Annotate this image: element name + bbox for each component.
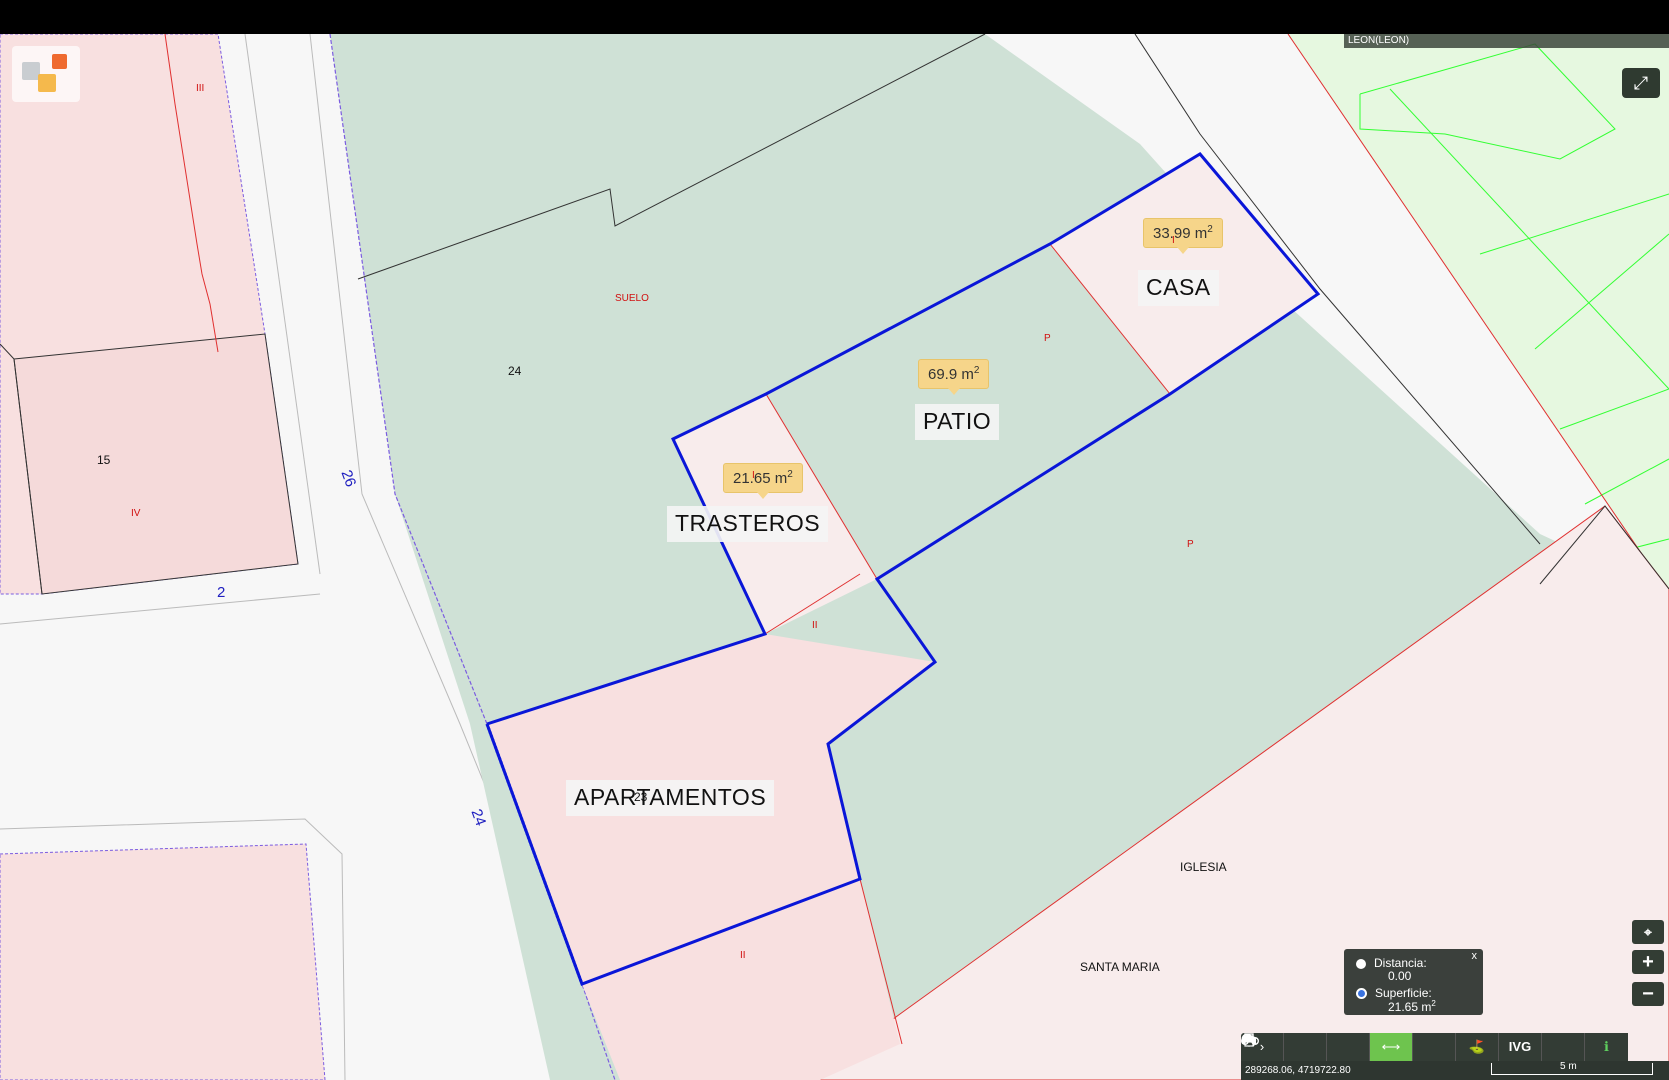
label-santa-maria: SANTA MARIA [1080,960,1160,974]
area-value: 69.9 [928,366,958,383]
distance-label: Distancia: [1374,956,1427,970]
parcel-icon[interactable]: ⛳ [1456,1033,1499,1061]
info-icon[interactable]: ℹ [1585,1033,1628,1061]
top-black-bar [0,0,1669,34]
status-bar: 289268.06, 4719722.80 5 m [1241,1061,1669,1080]
parcel-number-23: 23 [634,790,648,804]
scale-bar: 5 m [1491,1061,1653,1075]
surface-power: 2 [1431,999,1436,1008]
cadastral-map[interactable]: LEON(LEON) ⤢ 33.99 m2 69.9 m2 21.65 m2 C… [0,34,1669,1080]
area-unit-power: 2 [1207,224,1213,235]
print-icon[interactable] [1242,1033,1456,1061]
radio-surface[interactable] [1356,988,1367,1000]
label-roman-iv: IV [131,508,141,519]
measure-icon[interactable]: ⟷ [1370,1033,1413,1061]
coordinates-readout: 289268.06, 4719722.80 [1245,1065,1351,1076]
area-unit: m [774,470,788,487]
left-block-bottom [0,843,326,1080]
map-toolbar: › ⟷ ⛳ IVG ℹ [1241,1033,1628,1061]
label-iglesia: IGLESIA [1180,860,1227,874]
label-p-b: P [1187,539,1194,550]
search-icon[interactable] [1241,1033,1327,1061]
area-tag-trasteros: 21.65 m2 [723,463,803,499]
label-roman-ii-a: II [812,620,818,631]
bike-icon[interactable] [1241,1033,1585,1061]
app-logo[interactable] [12,46,80,102]
region-label-apartamentos: APARTAMENTOS [566,780,775,816]
surface-value-text: 21.65 m [1388,1000,1432,1014]
scale-label: 5 m [1560,1061,1577,1072]
ivg-button[interactable]: IVG [1499,1033,1542,1061]
area-unit: m [1194,225,1208,242]
logo-square-yellow [38,74,56,92]
logo-square-orange [52,54,67,69]
label-p-a: P [1044,333,1051,344]
parcel-15 [13,333,299,595]
label-roman-ii-b: II [740,950,746,961]
measure-panel: x Distancia: 0.00 Superficie: 21.65 m2 [1344,949,1483,1015]
label-i-casa: I [1172,235,1175,246]
label-roman-iii: III [196,83,205,94]
map-canvas [0,34,1669,1080]
fullscreen-icon[interactable]: ⤢ [1622,68,1660,98]
locate-icon[interactable]: ⌖ [1632,920,1664,944]
street-number-2: 2 [217,584,226,601]
area-unit-power: 2 [973,365,980,376]
surface-label: Superficie: [1375,986,1432,1000]
area-tag-casa: 33.99 m2 [1143,218,1223,254]
distance-value: 0.00 [1388,969,1412,983]
close-icon[interactable]: x [1472,950,1478,962]
radio-distance[interactable] [1356,958,1366,969]
surface-value: 21.65 m2 [1388,999,1436,1014]
label-i-trasteros: I [752,470,755,481]
region-label-casa: CASA [1138,270,1219,306]
region-label-trasteros: TRASTEROS [667,506,829,542]
parcel-number-15: 15 [97,453,111,467]
label-suelo: SUELO [615,293,649,304]
zoom-out-button[interactable]: − [1632,982,1664,1006]
area-unit-power: 2 [787,469,793,480]
area-tag-patio: 69.9 m2 [918,359,990,395]
parcel-number-24: 24 [508,364,522,378]
layers-icon[interactable] [1241,1033,1370,1061]
surface-option[interactable]: Superficie: [1356,986,1432,1000]
zoom-in-button[interactable]: + [1632,950,1664,974]
distance-option[interactable]: Distancia: [1356,956,1427,970]
area-unit: m [961,366,974,383]
region-label-patio: PATIO [915,404,1000,440]
province-label: LEON(LEON) [1344,34,1669,48]
